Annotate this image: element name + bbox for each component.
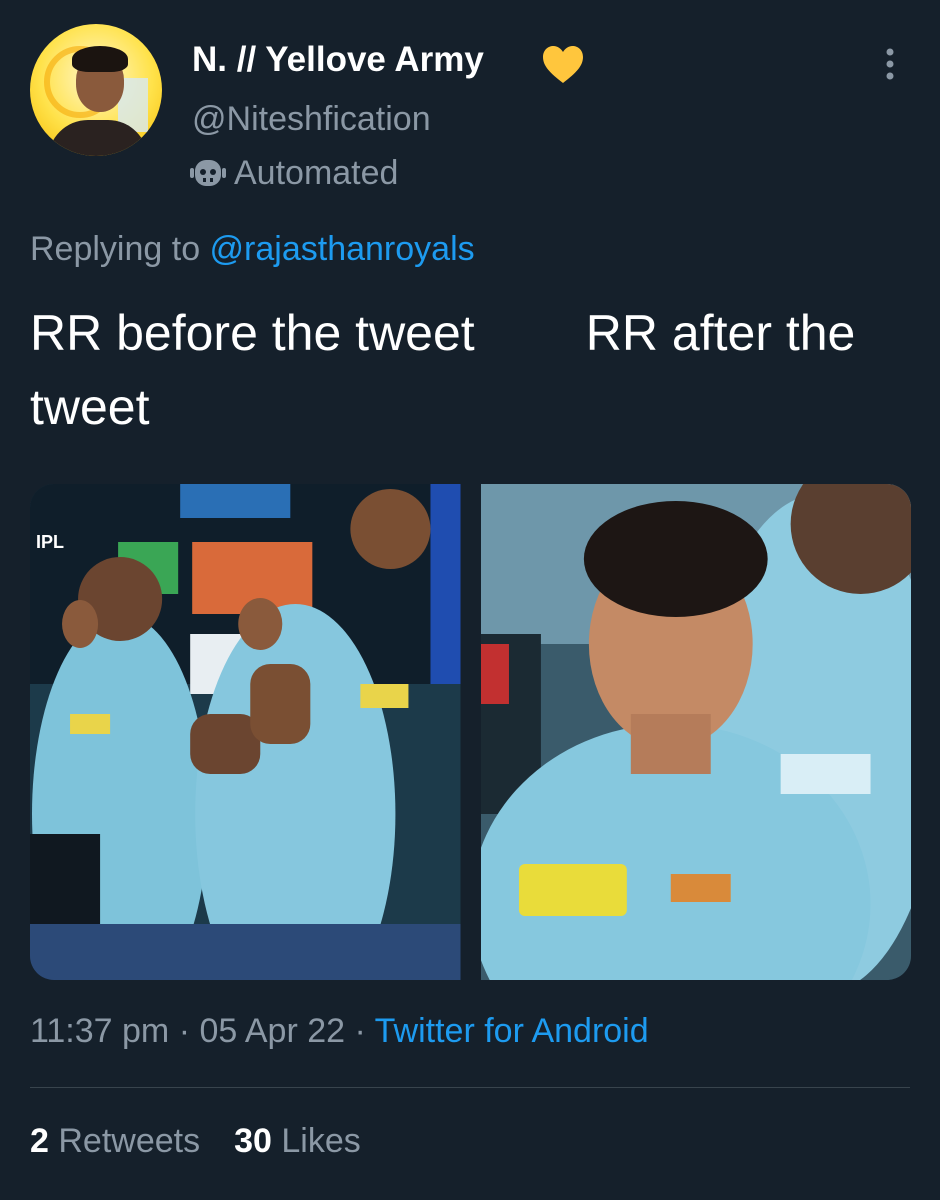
tweet-media: IPL <box>30 484 911 980</box>
tweet-time[interactable]: 11:37 pm <box>30 1012 169 1050</box>
reply-mention-link[interactable]: @rajasthanroyals <box>210 230 475 268</box>
avatar-hair <box>72 46 128 72</box>
svg-text:IPL: IPL <box>36 532 64 552</box>
automated-label-row: Automated <box>188 154 398 193</box>
retweets-count: 2 <box>30 1122 49 1160</box>
timestamp-row: 11:37 pm · 05 Apr 22 · Twitter for Andro… <box>30 1012 649 1051</box>
celebration-photo-art: IPL <box>30 484 461 980</box>
replying-to: Replying to @rajasthanroyals <box>30 230 475 269</box>
tweet-text: RR before the tweet RR after the tweet <box>30 305 870 435</box>
likes-stat[interactable]: 30 Likes <box>234 1122 361 1161</box>
user-handle[interactable]: @Niteshfication <box>192 100 431 139</box>
divider <box>30 1087 910 1088</box>
yellow-heart-icon <box>543 46 583 83</box>
likes-label: Likes <box>281 1122 361 1160</box>
retweets-label: Retweets <box>58 1122 201 1160</box>
robot-icon <box>190 159 226 186</box>
meta-separator-2: · <box>345 1012 375 1050</box>
tweet-source-link[interactable]: Twitter for Android <box>375 1012 649 1050</box>
avatar[interactable] <box>30 24 162 156</box>
serious-face-photo-art <box>480 484 911 980</box>
celebration-photo[interactable]: IPL <box>30 484 461 980</box>
meta-separator-1: · <box>169 1012 200 1050</box>
more-options-icon[interactable] <box>880 44 900 84</box>
retweets-stat[interactable]: 2 Retweets <box>30 1122 200 1161</box>
display-name[interactable]: N. // Yellove Army <box>192 40 484 80</box>
serious-face-photo[interactable] <box>480 484 911 980</box>
automated-label: Automated <box>234 154 399 192</box>
likes-count: 30 <box>234 1122 272 1160</box>
replying-prefix: Replying to <box>30 230 210 268</box>
tweet-date[interactable]: 05 Apr 22 <box>199 1012 345 1050</box>
engagement-stats: 2 Retweets 30 Likes <box>30 1122 361 1161</box>
